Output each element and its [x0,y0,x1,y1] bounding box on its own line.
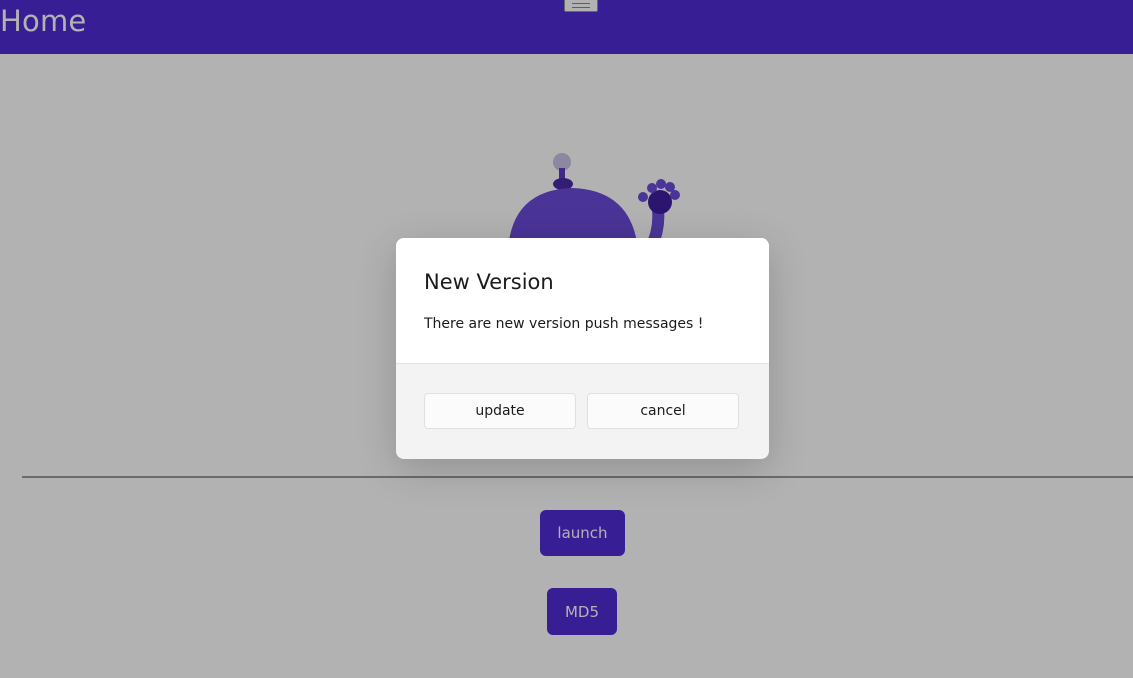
new-version-dialog: New Version There are new version push m… [396,238,769,459]
dialog-message: There are new version push messages ! [424,316,704,332]
cancel-button[interactable]: cancel [587,393,739,429]
dialog-body: New Version There are new version push m… [396,238,769,364]
update-button[interactable]: update [424,393,576,429]
app-window: Home launch MD5 New Version There are ne… [0,0,1133,678]
dialog-title: New Version [424,270,554,294]
